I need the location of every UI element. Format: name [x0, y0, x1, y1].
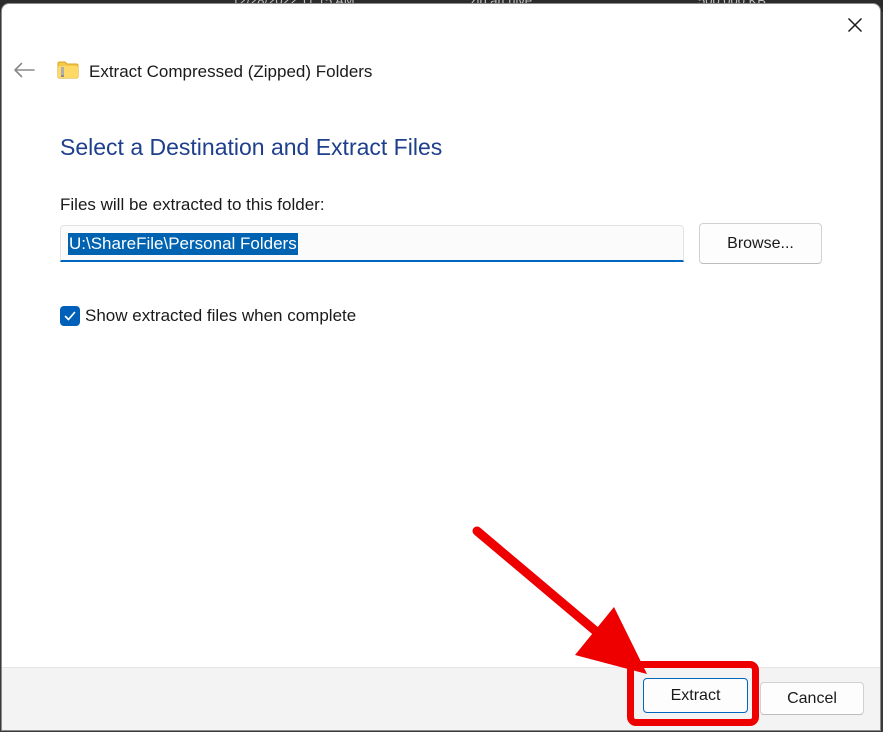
dialog-footer — [2, 667, 880, 730]
close-icon — [847, 17, 863, 33]
destination-path-text: U:\ShareFile\Personal Folders — [68, 233, 298, 255]
extract-button[interactable]: Extract — [643, 678, 748, 713]
checkmark-icon — [64, 311, 76, 321]
window-title: Extract Compressed (Zipped) Folders — [89, 62, 373, 81]
cancel-button[interactable]: Cancel — [760, 682, 864, 715]
extract-dialog: Extract Compressed (Zipped) Folders Sele… — [1, 3, 881, 731]
back-button[interactable] — [10, 56, 38, 84]
destination-label: Files will be extracted to this folder: — [60, 195, 325, 214]
zip-folder-icon — [57, 61, 79, 79]
back-arrow-icon — [14, 62, 35, 78]
show-files-label[interactable]: Show extracted files when complete — [85, 306, 356, 326]
show-files-checkbox[interactable] — [60, 306, 80, 326]
close-button[interactable] — [840, 10, 870, 40]
page-heading: Select a Destination and Extract Files — [60, 134, 443, 160]
browse-button[interactable]: Browse... — [699, 223, 822, 264]
destination-path-input[interactable]: U:\ShareFile\Personal Folders — [60, 225, 684, 262]
